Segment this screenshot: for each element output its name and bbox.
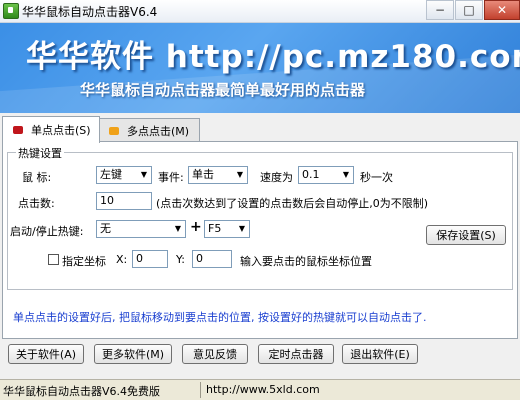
y-label: Y: bbox=[176, 253, 185, 266]
exit-button[interactable]: 退出软件(E) bbox=[342, 344, 418, 364]
usage-hint: 单点点击的设置好后, 把鼠标移动到要点击的位置, 按设置好的热键就可以自动点击了… bbox=[13, 311, 427, 324]
y-coord-input[interactable]: 0 bbox=[192, 250, 232, 268]
count-note: (点击次数达到了设置的点击数后会自动停止,0为不限制) bbox=[156, 197, 429, 210]
status-bar: 华华鼠标自动点击器V6.4免费版 http://www.5xld.com bbox=[0, 379, 520, 400]
mouse-label: 鼠 标: bbox=[22, 171, 52, 184]
event-select[interactable]: 单击 ▼ bbox=[188, 166, 248, 184]
speed-select[interactable]: 0.1 ▼ bbox=[298, 166, 354, 184]
timer-clicker-button[interactable]: 定时点击器 bbox=[258, 344, 334, 364]
chevron-down-icon: ▼ bbox=[342, 170, 350, 179]
event-label: 事件: bbox=[158, 171, 184, 184]
maximize-button[interactable]: □ bbox=[455, 0, 483, 20]
minimize-button[interactable]: − bbox=[426, 0, 454, 20]
event-value: 单击 bbox=[192, 168, 214, 181]
chevron-down-icon: ▼ bbox=[174, 224, 182, 233]
feedback-button[interactable]: 意见反馈 bbox=[182, 344, 248, 364]
tab-label: 单点点击(S) bbox=[31, 124, 91, 137]
chevron-down-icon: ▼ bbox=[236, 170, 244, 179]
x-label: X: bbox=[116, 253, 128, 266]
hotkey-settings-group: 热键设置 鼠 标: 左键 ▼ 事件: 单击 ▼ 速度为 0.1 ▼ 秒一次 点击… bbox=[7, 145, 513, 290]
speed-value: 0.1 bbox=[302, 168, 320, 181]
tab-panel: 热键设置 鼠 标: 左键 ▼ 事件: 单击 ▼ 速度为 0.1 ▼ 秒一次 点击… bbox=[2, 141, 518, 339]
tab-multi-click[interactable]: 多点点击(M) bbox=[98, 118, 200, 143]
hotkey-key-value: F5 bbox=[208, 222, 222, 235]
window-controls: − □ ✕ bbox=[425, 0, 520, 20]
speed-label: 速度为 bbox=[260, 171, 293, 184]
fixed-coord-checkbox[interactable] bbox=[48, 254, 59, 265]
save-settings-button[interactable]: 保存设置(S) bbox=[426, 225, 506, 245]
coord-note: 输入要点击的鼠标坐标位置 bbox=[240, 255, 372, 268]
status-url[interactable]: http://www.5xld.com bbox=[206, 383, 320, 396]
more-software-button[interactable]: 更多软件(M) bbox=[94, 344, 172, 364]
chevron-down-icon: ▼ bbox=[238, 224, 246, 233]
status-divider bbox=[200, 382, 201, 398]
group-title: 热键设置 bbox=[16, 145, 64, 161]
speed-unit: 秒一次 bbox=[360, 171, 393, 184]
tab-single-click[interactable]: 单点点击(S) bbox=[2, 116, 100, 143]
tab-label: 多点点击(M) bbox=[127, 125, 190, 138]
window-title: 华华鼠标自动点击器V6.4 bbox=[22, 5, 158, 19]
banner-subtitle: 华华鼠标自动点击器最简单最好用的点击器 bbox=[80, 81, 366, 99]
bottom-button-row: 关于软件(A) 更多软件(M) 意见反馈 定时点击器 退出软件(E) bbox=[0, 342, 520, 368]
fixed-coord-label: 指定坐标 bbox=[62, 255, 106, 268]
tab-strip: 单点点击(S) 多点点击(M) bbox=[0, 116, 520, 143]
hotkey-modifier-select[interactable]: 无 ▼ bbox=[96, 220, 186, 238]
app-window: 华华鼠标自动点击器V6.4 − □ ✕ 华华软件 http://pc.mz180… bbox=[0, 0, 520, 400]
hotkey-label: 启动/停止热键: bbox=[10, 225, 84, 238]
orange-square-icon bbox=[109, 127, 119, 135]
close-button[interactable]: ✕ bbox=[484, 0, 520, 20]
chevron-down-icon: ▼ bbox=[140, 170, 148, 179]
click-count-input[interactable]: 10 bbox=[96, 192, 152, 210]
status-version: 华华鼠标自动点击器V6.4免费版 bbox=[3, 385, 161, 398]
red-square-icon bbox=[13, 126, 23, 134]
hotkey-modifier-value: 无 bbox=[100, 222, 111, 235]
mouse-button-select[interactable]: 左键 ▼ bbox=[96, 166, 152, 184]
plus-sign: + bbox=[190, 219, 202, 235]
count-label: 点击数: bbox=[18, 197, 55, 210]
title-bar[interactable]: 华华鼠标自动点击器V6.4 − □ ✕ bbox=[0, 0, 520, 23]
banner-title: 华华软件 http://pc.mz180.com bbox=[26, 39, 520, 75]
x-coord-input[interactable]: 0 bbox=[132, 250, 168, 268]
hotkey-key-select[interactable]: F5 ▼ bbox=[204, 220, 250, 238]
banner: 华华软件 http://pc.mz180.com 华华鼠标自动点击器最简单最好用… bbox=[0, 23, 520, 113]
about-button[interactable]: 关于软件(A) bbox=[8, 344, 84, 364]
app-icon bbox=[3, 3, 19, 19]
mouse-button-value: 左键 bbox=[100, 168, 122, 181]
